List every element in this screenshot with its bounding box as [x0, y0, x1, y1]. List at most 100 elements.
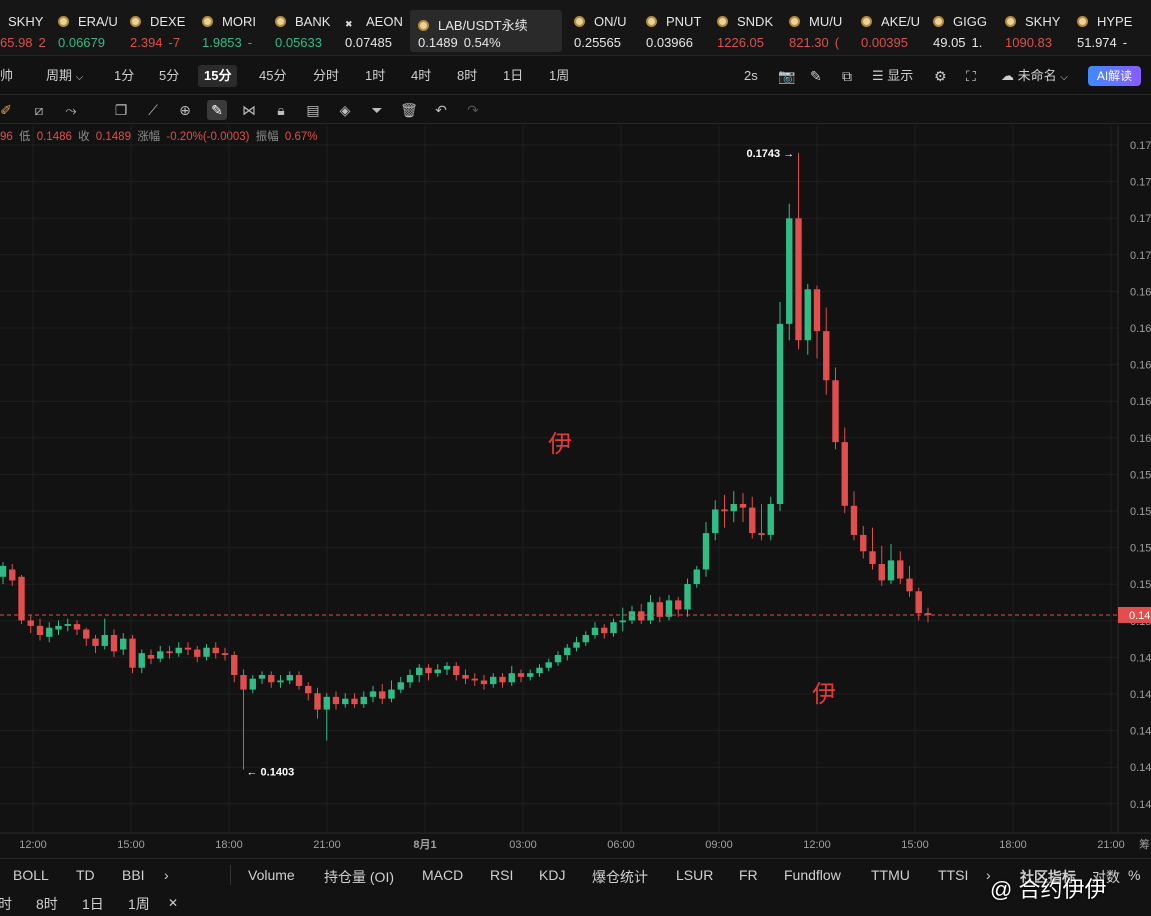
- indicator-0-tab[interactable]: BOLL: [13, 867, 49, 883]
- indicator-2-tab[interactable]: BBI: [122, 867, 145, 883]
- candle-body[interactable]: [175, 647, 182, 654]
- zoom-in-icon[interactable]: ⊕: [175, 100, 195, 120]
- candle-body[interactable]: [314, 693, 321, 710]
- candle-body[interactable]: [554, 655, 562, 663]
- lock-icon[interactable]: 🔒︎: [271, 100, 291, 120]
- candle-body[interactable]: [804, 289, 811, 341]
- interval-7-button[interactable]: 8时: [451, 65, 483, 87]
- indicator-3-tab[interactable]: Volume: [248, 867, 295, 883]
- candle-body[interactable]: [129, 638, 136, 668]
- indicator-13-tab[interactable]: TTSI: [938, 867, 968, 883]
- candle-body[interactable]: [517, 673, 525, 677]
- candle-body[interactable]: [767, 503, 774, 535]
- candle-body[interactable]: [397, 682, 404, 690]
- bottom-interval-0-button[interactable]: 时: [0, 894, 12, 914]
- interval-5-button[interactable]: 1时: [359, 65, 391, 87]
- candle-body[interactable]: [786, 218, 793, 324]
- candle-body[interactable]: [240, 675, 247, 690]
- candle-body[interactable]: [221, 653, 229, 655]
- bottom-interval-2-button[interactable]: 1日: [82, 894, 104, 914]
- indicator-5-tab[interactable]: MACD: [422, 867, 463, 883]
- candle-body[interactable]: [453, 665, 460, 676]
- interval-8-button[interactable]: 1日: [497, 65, 529, 87]
- redo-icon[interactable]: ↷: [463, 100, 483, 120]
- ruler-icon[interactable]: ⟋: [143, 100, 163, 120]
- candlestick-chart[interactable]: 0.17 0.17 0.17 0.17 0.16 0.16 0.16 0.16 0.16 0.15…: [0, 126, 1151, 858]
- candle-body[interactable]: [712, 509, 719, 534]
- ticker-item[interactable]: ERA/U 0.06679: [58, 8, 128, 50]
- candle-body[interactable]: [628, 611, 636, 621]
- candle-body[interactable]: [369, 691, 377, 697]
- ticker-item[interactable]: GIGG 49.05 1.: [933, 8, 1003, 50]
- percent-scale-toggle[interactable]: %: [1128, 867, 1140, 883]
- candle-body[interactable]: [564, 647, 571, 655]
- ticker-item[interactable]: AKE/U 0.00395: [861, 8, 931, 50]
- candle-body[interactable]: [249, 678, 256, 690]
- candle-body[interactable]: [83, 629, 90, 639]
- candle-body[interactable]: [619, 620, 626, 623]
- ticker-item[interactable]: PNUT 0.03966: [646, 8, 716, 50]
- candle-body[interactable]: [850, 505, 858, 535]
- candle-body[interactable]: [758, 533, 765, 535]
- ticker-item[interactable]: MU/U 821.30 (: [789, 8, 859, 50]
- candle-body[interactable]: [508, 673, 515, 683]
- candle-body[interactable]: [887, 560, 895, 581]
- candle-body[interactable]: [897, 560, 904, 579]
- candle-body[interactable]: [582, 634, 589, 643]
- candle-body[interactable]: [360, 696, 367, 705]
- candle-body[interactable]: [286, 675, 293, 681]
- close-icon[interactable]: ✕: [168, 896, 178, 910]
- candle-body[interactable]: [120, 638, 127, 650]
- candle-body[interactable]: [638, 611, 645, 621]
- candle-body[interactable]: [601, 627, 608, 634]
- display-button[interactable]: ☰ 显示: [866, 65, 919, 87]
- candle-body[interactable]: [323, 696, 330, 710]
- candle-body[interactable]: [647, 602, 654, 621]
- chevron-right-icon[interactable]: ›: [164, 867, 169, 883]
- candle-body[interactable]: [258, 675, 266, 679]
- indicator-9-tab[interactable]: LSUR: [676, 867, 713, 883]
- magnet-icon[interactable]: ⧄: [29, 100, 49, 120]
- candle-body[interactable]: [693, 569, 700, 585]
- candle-body[interactable]: [18, 576, 25, 621]
- candle-body[interactable]: [480, 680, 488, 685]
- candle-body[interactable]: [610, 622, 617, 634]
- bottom-interval-1-button[interactable]: 8时: [36, 894, 58, 914]
- layout-dropdown[interactable]: ☁ 未命名 ⌵: [995, 65, 1074, 87]
- candle-body[interactable]: [166, 651, 173, 654]
- candle-body[interactable]: [906, 578, 913, 592]
- candle-body[interactable]: [684, 584, 691, 610]
- candle-body[interactable]: [591, 627, 599, 635]
- candle-body[interactable]: [64, 624, 71, 626]
- candle-body[interactable]: [231, 655, 238, 676]
- bottom-interval-3-button[interactable]: 1周: [128, 894, 150, 914]
- candle-body[interactable]: [915, 591, 922, 614]
- candle-body[interactable]: [665, 600, 673, 617]
- ticker-item[interactable]: LAB/USDT永续 0.1489 0.54%: [410, 10, 562, 52]
- indicator-10-tab[interactable]: FR: [739, 867, 758, 883]
- undo-icon[interactable]: ↶: [431, 100, 451, 120]
- interval-2-button[interactable]: 15分: [198, 65, 238, 87]
- candle-body[interactable]: [425, 667, 432, 674]
- candle-body[interactable]: [721, 509, 728, 512]
- candle-body[interactable]: [101, 634, 108, 646]
- period-dropdown[interactable]: 周期 ⌵: [40, 65, 89, 87]
- candle-body[interactable]: [203, 647, 210, 657]
- fullscreen-icon[interactable]: ⛶: [960, 65, 982, 87]
- brush-icon[interactable]: ⤳: [61, 100, 81, 120]
- settings-icon[interactable]: ⚙: [928, 65, 953, 87]
- candle-body[interactable]: [776, 323, 784, 504]
- ticker-item[interactable]: SKHY 1090.83: [1005, 8, 1075, 50]
- eraser-icon[interactable]: ◈: [335, 100, 355, 120]
- ticker-item[interactable]: SNDK 1226.05: [717, 8, 787, 50]
- candle-body[interactable]: [573, 642, 580, 648]
- interval-3-button[interactable]: 45分: [253, 65, 292, 87]
- copy-icon[interactable]: ❐: [111, 100, 131, 120]
- edit-box-icon[interactable]: ▤: [303, 100, 323, 120]
- candle-body[interactable]: [212, 647, 219, 654]
- indicator-12-tab[interactable]: TTMU: [871, 867, 910, 883]
- candle-body[interactable]: [443, 665, 451, 670]
- candle-body[interactable]: [0, 565, 7, 577]
- indicator-11-tab[interactable]: Fundflow: [784, 867, 841, 883]
- interval-0-button[interactable]: 1分: [108, 65, 140, 87]
